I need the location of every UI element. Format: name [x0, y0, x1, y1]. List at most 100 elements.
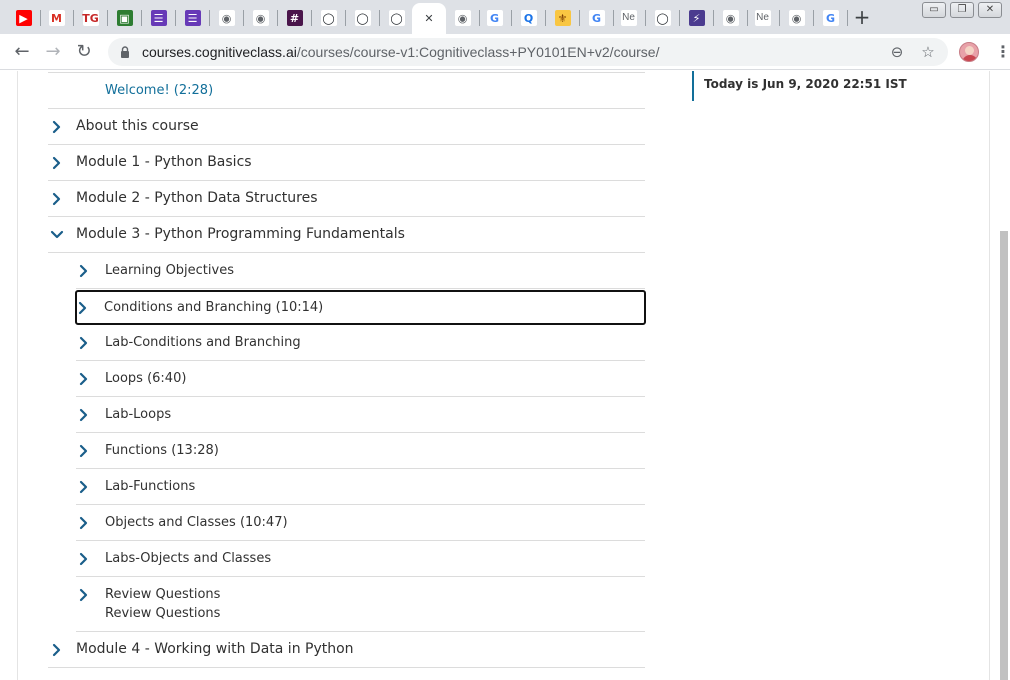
browser-tab[interactable]: M: [40, 6, 74, 30]
browser-tab[interactable]: #: [278, 6, 312, 30]
browser-tab[interactable]: ☰: [176, 6, 210, 30]
browser-tab[interactable]: ◉: [244, 6, 278, 30]
chevron-down-icon[interactable]: [50, 228, 64, 242]
subsection-row[interactable]: Functions (13:28): [76, 433, 645, 469]
chevron-right-icon[interactable]: [50, 643, 64, 657]
chevron-right-icon[interactable]: [50, 192, 64, 206]
new-tab-icon: Ne: [620, 10, 637, 26]
section-title[interactable]: Module 4 - Working with Data in Python: [76, 641, 354, 657]
subsection-row[interactable]: Objects and Classes (10:47): [76, 505, 645, 541]
url-path: /courses/course-v1:Cognitiveclass+PY0101…: [296, 44, 660, 60]
section-title[interactable]: Module 3 - Python Programming Fundamenta…: [76, 226, 405, 242]
subsection-title[interactable]: Conditions and Branching (10:14): [104, 300, 323, 315]
section-row[interactable]: Module 2 - Python Data Structures: [48, 181, 645, 217]
badge-icon: ⚜: [554, 10, 571, 26]
browser-tab[interactable]: ◯: [312, 6, 346, 30]
restore-button[interactable]: ❐: [950, 2, 974, 18]
minimize-button[interactable]: ▭: [922, 2, 946, 18]
chevron-right-icon[interactable]: [77, 552, 91, 566]
subsection-title[interactable]: Lab-Conditions and Branching: [105, 335, 301, 350]
subsection-row-focused[interactable]: Conditions and Branching (10:14): [75, 290, 646, 325]
subsection-title[interactable]: Review Questions: [105, 587, 220, 602]
subsection-title[interactable]: Lab-Loops: [105, 407, 171, 422]
tab-active[interactable]: ✕: [412, 3, 446, 34]
chevron-right-icon[interactable]: [50, 120, 64, 134]
browser-tab[interactable]: ◉: [210, 6, 244, 30]
browser-tab[interactable]: G: [580, 6, 614, 30]
browser-tab[interactable]: ◉: [446, 6, 480, 30]
close-window-button[interactable]: ✕: [978, 2, 1002, 18]
subsection-title[interactable]: Objects and Classes (10:47): [105, 515, 288, 530]
subsection-row[interactable]: Lab-Conditions and Branching: [76, 325, 645, 361]
browser-tab[interactable]: ⚡: [680, 6, 714, 30]
section-title[interactable]: Module 1 - Python Basics: [76, 154, 252, 170]
profile-avatar[interactable]: [959, 42, 979, 62]
subsection-title[interactable]: Learning Objectives: [105, 263, 234, 278]
section-row[interactable]: Module 3 - Python Programming Fundamenta…: [48, 217, 645, 253]
new-tab-button[interactable]: +: [852, 7, 872, 27]
browser-menu-icon[interactable]: ⋮: [995, 40, 1010, 64]
section-title[interactable]: About this course: [76, 118, 199, 134]
browser-tab[interactable]: ◯: [346, 6, 380, 30]
google-icon: G: [588, 10, 605, 26]
subsection-title[interactable]: Labs-Objects and Classes: [105, 551, 271, 566]
page-content: Welcome! (2:28) About this course Module …: [0, 71, 1010, 680]
url-text[interactable]: courses.cognitiveclass.ai/courses/course…: [142, 44, 660, 60]
close-icon[interactable]: ✕: [421, 10, 437, 27]
chevron-right-icon[interactable]: [76, 301, 90, 315]
back-button[interactable]: ←: [10, 40, 34, 64]
browser-tab[interactable]: ⚜: [546, 6, 580, 30]
forward-button[interactable]: →: [41, 40, 65, 64]
github-icon: ◯: [654, 10, 671, 26]
browser-tab[interactable]: ◉: [714, 6, 748, 30]
chevron-right-icon[interactable]: [77, 408, 91, 422]
divider: [48, 72, 645, 73]
github-icon: ◯: [354, 10, 371, 26]
subsection-row[interactable]: Loops (6:40): [76, 361, 645, 397]
url-host: courses.cognitiveclass.ai: [142, 44, 297, 60]
subsection-row[interactable]: Lab-Loops: [76, 397, 645, 433]
browser-tab[interactable]: Q: [512, 6, 546, 30]
subsection-title[interactable]: Lab-Functions: [105, 479, 195, 494]
slack-icon: #: [286, 10, 303, 26]
browser-tab[interactable]: Ne: [612, 6, 646, 30]
browser-tab[interactable]: G: [478, 6, 512, 30]
browser-tab[interactable]: ☰: [142, 6, 176, 30]
chevron-right-icon[interactable]: [50, 156, 64, 170]
browser-tab[interactable]: ▣: [108, 6, 142, 30]
tg-icon: TG: [82, 10, 99, 26]
section-row[interactable]: Module 1 - Python Basics: [48, 145, 645, 181]
subsection-row[interactable]: Labs-Objects and Classes: [76, 541, 645, 577]
browser-tab[interactable]: TG: [74, 6, 108, 30]
welcome-video-link[interactable]: Welcome! (2:28): [105, 83, 213, 98]
page-scrollbar-thumb[interactable]: [1000, 231, 1008, 680]
browser-tab[interactable]: ▶: [7, 6, 41, 30]
section-row[interactable]: Module 4 - Working with Data in Python: [48, 632, 645, 668]
bookmark-star-icon[interactable]: ☆: [919, 43, 937, 61]
address-bar[interactable]: courses.cognitiveclass.ai/courses/course…: [108, 38, 948, 66]
browser-tab[interactable]: ◉: [780, 6, 814, 30]
subsection-title[interactable]: Loops (6:40): [105, 371, 186, 386]
chevron-right-icon[interactable]: [77, 588, 91, 602]
subsection-row[interactable]: Learning Objectives: [76, 253, 645, 289]
browser-tab[interactable]: Ne: [746, 6, 780, 30]
browser-tab[interactable]: G: [814, 6, 848, 30]
zoom-icon[interactable]: ⊖: [888, 43, 906, 61]
chevron-right-icon[interactable]: [77, 444, 91, 458]
section-row[interactable]: About this course: [48, 109, 645, 145]
chevron-right-icon[interactable]: [77, 516, 91, 530]
chevron-right-icon[interactable]: [77, 336, 91, 350]
window-controls: ▭ ❐ ✕: [922, 2, 1002, 18]
lock-icon[interactable]: [120, 46, 130, 58]
github-icon: ◯: [320, 10, 337, 26]
subsection-title[interactable]: Functions (13:28): [105, 443, 219, 458]
chevron-right-icon[interactable]: [77, 372, 91, 386]
subsection-row[interactable]: Lab-Functions: [76, 469, 645, 505]
section-title[interactable]: Module 2 - Python Data Structures: [76, 190, 318, 206]
subsection-row[interactable]: Review Questions Review Questions: [76, 577, 645, 632]
chevron-right-icon[interactable]: [77, 480, 91, 494]
chevron-right-icon[interactable]: [77, 264, 91, 278]
browser-tab[interactable]: ◯: [646, 6, 680, 30]
reload-button[interactable]: ↻: [72, 40, 96, 64]
browser-tab[interactable]: ◯: [380, 6, 414, 30]
